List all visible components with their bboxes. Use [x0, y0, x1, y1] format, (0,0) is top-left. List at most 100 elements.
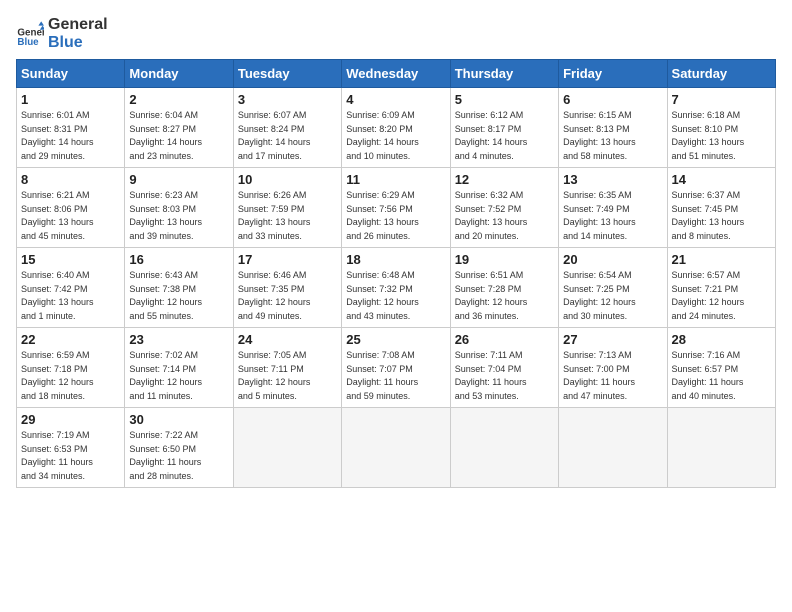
- calendar-cell: 12 Sunrise: 6:32 AMSunset: 7:52 PMDayligh…: [450, 168, 558, 248]
- calendar-cell: 25 Sunrise: 7:08 AMSunset: 7:07 PMDayligh…: [342, 328, 450, 408]
- day-number: 26: [455, 332, 554, 347]
- day-info: Sunrise: 6:32 AMSunset: 7:52 PMDaylight:…: [455, 189, 554, 243]
- day-info: Sunrise: 7:05 AMSunset: 7:11 PMDaylight:…: [238, 349, 337, 403]
- day-info: Sunrise: 6:01 AMSunset: 8:31 PMDaylight:…: [21, 109, 120, 163]
- calendar-cell: 28 Sunrise: 7:16 AMSunset: 6:57 PMDayligh…: [667, 328, 775, 408]
- calendar-cell: 4Sunrise: 6:09 AMSunset: 8:20 PMDaylight…: [342, 88, 450, 168]
- calendar-cell: [559, 408, 667, 488]
- day-number: 15: [21, 252, 120, 267]
- day-number: 10: [238, 172, 337, 187]
- day-number: 18: [346, 252, 445, 267]
- calendar-cell: 8Sunrise: 6:21 AMSunset: 8:06 PMDaylight…: [17, 168, 125, 248]
- day-info: Sunrise: 7:22 AMSunset: 6:50 PMDaylight:…: [129, 429, 228, 483]
- day-number: 28: [672, 332, 771, 347]
- calendar-cell: [667, 408, 775, 488]
- day-number: 1: [21, 92, 120, 107]
- day-info: Sunrise: 6:23 AMSunset: 8:03 PMDaylight:…: [129, 189, 228, 243]
- calendar-week-row: 15 Sunrise: 6:40 AMSunset: 7:42 PMDayligh…: [17, 248, 776, 328]
- day-info: Sunrise: 7:02 AMSunset: 7:14 PMDaylight:…: [129, 349, 228, 403]
- day-number: 7: [672, 92, 771, 107]
- day-info: Sunrise: 6:35 AMSunset: 7:49 PMDaylight:…: [563, 189, 662, 243]
- calendar-cell: 22 Sunrise: 6:59 AMSunset: 7:18 PMDayligh…: [17, 328, 125, 408]
- calendar-cell: 18 Sunrise: 6:48 AMSunset: 7:32 PMDayligh…: [342, 248, 450, 328]
- day-info: Sunrise: 6:57 AMSunset: 7:21 PMDaylight:…: [672, 269, 771, 323]
- day-number: 4: [346, 92, 445, 107]
- calendar-table: SundayMondayTuesdayWednesdayThursdayFrid…: [16, 59, 776, 488]
- day-info: Sunrise: 7:13 AMSunset: 7:00 PMDaylight:…: [563, 349, 662, 403]
- day-of-week-header: Sunday: [17, 60, 125, 88]
- calendar-cell: 27 Sunrise: 7:13 AMSunset: 7:00 PMDayligh…: [559, 328, 667, 408]
- day-info: Sunrise: 7:19 AMSunset: 6:53 PMDaylight:…: [21, 429, 120, 483]
- day-number: 11: [346, 172, 445, 187]
- calendar-cell: 6 Sunrise: 6:15 AMSunset: 8:13 PMDaylight…: [559, 88, 667, 168]
- calendar-week-row: 1 Sunrise: 6:01 AMSunset: 8:31 PMDaylight…: [17, 88, 776, 168]
- calendar-cell: 29 Sunrise: 7:19 AMSunset: 6:53 PMDayligh…: [17, 408, 125, 488]
- calendar-cell: 17 Sunrise: 6:46 AMSunset: 7:35 PMDayligh…: [233, 248, 341, 328]
- day-info: Sunrise: 6:51 AMSunset: 7:28 PMDaylight:…: [455, 269, 554, 323]
- calendar-cell: 2 Sunrise: 6:04 AMSunset: 8:27 PMDaylight…: [125, 88, 233, 168]
- day-number: 24: [238, 332, 337, 347]
- day-info: Sunrise: 6:18 AMSunset: 8:10 PMDaylight:…: [672, 109, 771, 163]
- calendar-cell: 1 Sunrise: 6:01 AMSunset: 8:31 PMDaylight…: [17, 88, 125, 168]
- day-of-week-header: Monday: [125, 60, 233, 88]
- day-number: 12: [455, 172, 554, 187]
- logo-icon: General Blue: [16, 20, 44, 48]
- day-info: Sunrise: 6:04 AMSunset: 8:27 PMDaylight:…: [129, 109, 228, 163]
- day-number: 27: [563, 332, 662, 347]
- calendar-cell: [450, 408, 558, 488]
- day-number: 14: [672, 172, 771, 187]
- logo: General Blue General Blue: [16, 16, 108, 51]
- svg-text:Blue: Blue: [17, 37, 39, 48]
- day-info: Sunrise: 6:29 AMSunset: 7:56 PMDaylight:…: [346, 189, 445, 243]
- day-number: 13: [563, 172, 662, 187]
- calendar-header: SundayMondayTuesdayWednesdayThursdayFrid…: [17, 60, 776, 88]
- calendar-cell: 21 Sunrise: 6:57 AMSunset: 7:21 PMDayligh…: [667, 248, 775, 328]
- day-info: Sunrise: 6:12 AMSunset: 8:17 PMDaylight:…: [455, 109, 554, 163]
- day-number: 17: [238, 252, 337, 267]
- day-info: Sunrise: 6:59 AMSunset: 7:18 PMDaylight:…: [21, 349, 120, 403]
- day-info: Sunrise: 7:16 AMSunset: 6:57 PMDaylight:…: [672, 349, 771, 403]
- calendar-cell: 24 Sunrise: 7:05 AMSunset: 7:11 PMDayligh…: [233, 328, 341, 408]
- day-info: Sunrise: 6:15 AMSunset: 8:13 PMDaylight:…: [563, 109, 662, 163]
- day-info: Sunrise: 6:26 AMSunset: 7:59 PMDaylight:…: [238, 189, 337, 243]
- day-number: 19: [455, 252, 554, 267]
- day-number: 23: [129, 332, 228, 347]
- day-number: 5: [455, 92, 554, 107]
- calendar-cell: 15 Sunrise: 6:40 AMSunset: 7:42 PMDayligh…: [17, 248, 125, 328]
- day-info: Sunrise: 7:11 AMSunset: 7:04 PMDaylight:…: [455, 349, 554, 403]
- day-info: Sunrise: 6:54 AMSunset: 7:25 PMDaylight:…: [563, 269, 662, 323]
- calendar-cell: 30Sunrise: 7:22 AMSunset: 6:50 PMDayligh…: [125, 408, 233, 488]
- calendar-cell: 20 Sunrise: 6:54 AMSunset: 7:25 PMDayligh…: [559, 248, 667, 328]
- page-header: General Blue General Blue: [16, 16, 776, 51]
- calendar-cell: 11 Sunrise: 6:29 AMSunset: 7:56 PMDayligh…: [342, 168, 450, 248]
- calendar-cell: 16 Sunrise: 6:43 AMSunset: 7:38 PMDayligh…: [125, 248, 233, 328]
- day-info: Sunrise: 6:43 AMSunset: 7:38 PMDaylight:…: [129, 269, 228, 323]
- day-info: Sunrise: 6:40 AMSunset: 7:42 PMDaylight:…: [21, 269, 120, 323]
- calendar-cell: 5 Sunrise: 6:12 AMSunset: 8:17 PMDaylight…: [450, 88, 558, 168]
- calendar-cell: [342, 408, 450, 488]
- day-of-week-header: Thursday: [450, 60, 558, 88]
- calendar-cell: 13 Sunrise: 6:35 AMSunset: 7:49 PMDayligh…: [559, 168, 667, 248]
- calendar-cell: 7 Sunrise: 6:18 AMSunset: 8:10 PMDaylight…: [667, 88, 775, 168]
- day-of-week-header: Wednesday: [342, 60, 450, 88]
- calendar-cell: 26 Sunrise: 7:11 AMSunset: 7:04 PMDayligh…: [450, 328, 558, 408]
- logo-general: General: [48, 16, 108, 34]
- day-info: Sunrise: 6:48 AMSunset: 7:32 PMDaylight:…: [346, 269, 445, 323]
- day-info: Sunrise: 6:46 AMSunset: 7:35 PMDaylight:…: [238, 269, 337, 323]
- calendar-cell: 3Sunrise: 6:07 AMSunset: 8:24 PMDaylight…: [233, 88, 341, 168]
- logo-blue: Blue: [48, 34, 108, 52]
- day-number: 9: [129, 172, 228, 187]
- day-number: 21: [672, 252, 771, 267]
- day-number: 2: [129, 92, 228, 107]
- day-number: 20: [563, 252, 662, 267]
- day-of-week-header: Tuesday: [233, 60, 341, 88]
- day-number: 16: [129, 252, 228, 267]
- day-info: Sunrise: 7:08 AMSunset: 7:07 PMDaylight:…: [346, 349, 445, 403]
- day-number: 3: [238, 92, 337, 107]
- calendar-cell: 10 Sunrise: 6:26 AMSunset: 7:59 PMDayligh…: [233, 168, 341, 248]
- day-number: 22: [21, 332, 120, 347]
- day-info: Sunrise: 6:37 AMSunset: 7:45 PMDaylight:…: [672, 189, 771, 243]
- day-number: 29: [21, 412, 120, 427]
- day-number: 25: [346, 332, 445, 347]
- day-number: 6: [563, 92, 662, 107]
